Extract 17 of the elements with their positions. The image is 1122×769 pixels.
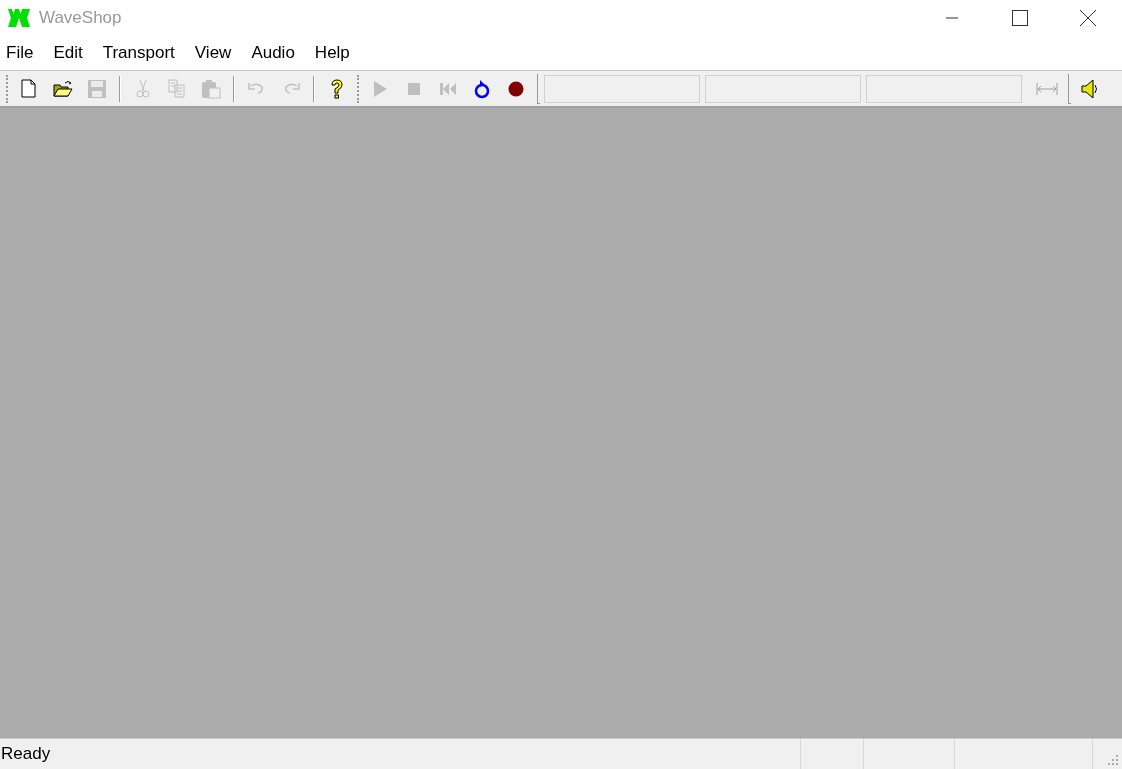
- maximize-icon: [1012, 10, 1028, 26]
- minimize-icon: [946, 17, 958, 19]
- menu-item[interactable]: Audio: [245, 40, 301, 66]
- menu-item[interactable]: Edit: [47, 40, 89, 66]
- window-title: WaveShop: [39, 7, 122, 30]
- menu-item[interactable]: File: [0, 40, 40, 66]
- copy-icon: [166, 77, 188, 100]
- resize-grip-icon: [1108, 755, 1119, 766]
- status-text: Ready: [0, 743, 51, 766]
- menu-item[interactable]: Transport: [96, 40, 181, 66]
- menu-item[interactable]: Help: [308, 40, 356, 66]
- app-logo-icon: [8, 9, 30, 27]
- menu-item[interactable]: View: [188, 40, 238, 66]
- speaker-icon: [1081, 77, 1099, 100]
- horizontal-arrows-icon: [1036, 81, 1058, 96]
- clipboard-icon: [200, 77, 222, 100]
- close-icon: [1080, 10, 1096, 26]
